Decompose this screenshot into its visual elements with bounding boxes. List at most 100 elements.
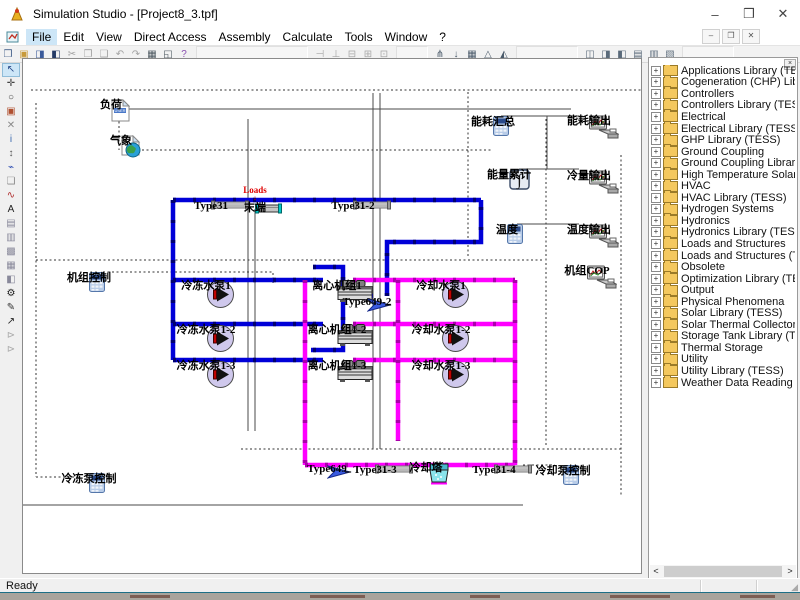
- expand-icon[interactable]: +: [651, 147, 661, 157]
- tree-item-utility[interactable]: +Utility: [651, 354, 795, 366]
- maximize-button[interactable]: ❒: [732, 0, 766, 28]
- tree-item-applications-library-tess[interactable]: +Applications Library (TESS): [651, 65, 795, 77]
- expand-icon[interactable]: +: [651, 343, 661, 353]
- menu-window[interactable]: Window: [379, 29, 434, 45]
- tree-hscrollbar[interactable]: < >: [650, 565, 796, 578]
- expand-icon[interactable]: +: [651, 216, 661, 226]
- tree-item-ground-coupling-library-tess[interactable]: +Ground Coupling Library (TESS): [651, 157, 795, 169]
- expand-icon[interactable]: +: [651, 227, 661, 237]
- close-button[interactable]: ✕: [766, 0, 800, 28]
- tool-palette-icon[interactable]: ▣: [2, 105, 20, 119]
- tree-item-hvac[interactable]: +HVAC: [651, 180, 795, 192]
- tool-reorder-icon[interactable]: ↕: [2, 147, 20, 161]
- expand-icon[interactable]: +: [651, 170, 661, 180]
- minimize-button[interactable]: –: [698, 0, 732, 28]
- tree-item-storage-tank-library-tess[interactable]: +Storage Tank Library (TESS): [651, 331, 795, 343]
- tool-flag-icon[interactable]: ⊳: [2, 329, 20, 343]
- tool-grid-icon[interactable]: ▤: [2, 217, 20, 231]
- expand-icon[interactable]: +: [651, 181, 661, 191]
- scrollbar-thumb[interactable]: [664, 566, 782, 577]
- expand-icon[interactable]: +: [651, 158, 661, 168]
- tree-item-label: Cogeneration (CHP) Library (TESS): [681, 76, 795, 88]
- menu-tools[interactable]: Tools: [339, 29, 379, 45]
- expand-icon[interactable]: +: [651, 285, 661, 295]
- tree-item-cogeneration-chp-library-tess[interactable]: + Cogeneration (CHP) Library (TESS): [651, 77, 795, 89]
- tree-item-hydronics[interactable]: +Hydronics: [651, 215, 795, 227]
- tool-run-icon[interactable]: ↗: [2, 315, 20, 329]
- tree-item-electrical-library-tess[interactable]: + Electrical Library (TESS): [651, 123, 795, 135]
- tree-item-hydrogen-systems[interactable]: +Hydrogen Systems: [651, 204, 795, 216]
- tool-grid-2-icon[interactable]: ▥: [2, 231, 20, 245]
- expand-icon[interactable]: +: [651, 378, 661, 388]
- expand-icon[interactable]: +: [651, 320, 661, 330]
- tree-item-electrical[interactable]: +Electrical: [651, 111, 795, 123]
- menu-?[interactable]: ?: [433, 29, 452, 45]
- tree-item-optimization-library-tess[interactable]: +Optimization Library (TESS): [651, 273, 795, 285]
- tool-pan-icon[interactable]: ✛: [2, 77, 20, 91]
- tree-item-controllers-library-tess[interactable]: +Controllers Library (TESS): [651, 100, 795, 112]
- menu-view[interactable]: View: [90, 29, 128, 45]
- tool-stack-icon[interactable]: ▦: [2, 259, 20, 273]
- tool-select-icon[interactable]: ↖: [2, 63, 20, 77]
- menu-edit[interactable]: Edit: [57, 29, 90, 45]
- expand-icon[interactable]: +: [651, 274, 661, 284]
- tool-settings-icon[interactable]: ⚙: [2, 287, 20, 301]
- tree-item-high-temperature-solar-tess[interactable]: +High Temperature Solar (TESS): [651, 169, 795, 181]
- tool-duplicate-icon[interactable]: ❏: [2, 175, 20, 189]
- expand-icon[interactable]: +: [651, 262, 661, 272]
- tool-panel-icon[interactable]: ◧: [2, 273, 20, 287]
- mdi-close-button[interactable]: ✕: [742, 29, 760, 44]
- tree-item-controllers[interactable]: +Controllers: [651, 88, 795, 100]
- tool-zoom-icon[interactable]: ○: [2, 91, 20, 105]
- tree-item-loads-and-structures-tess[interactable]: +Loads and Structures (TESS): [651, 250, 795, 262]
- scroll-left-icon[interactable]: <: [650, 565, 662, 578]
- tool-flag-2-icon[interactable]: ⊳: [2, 343, 20, 357]
- menu-calculate[interactable]: Calculate: [277, 29, 339, 45]
- mdi-minimize-button[interactable]: –: [702, 29, 720, 44]
- tool-draw-icon[interactable]: ✎: [2, 301, 20, 315]
- mdi-restore-button[interactable]: ❐: [722, 29, 740, 44]
- tree-item-label: Electrical Library (TESS): [681, 123, 795, 135]
- assembly-canvas[interactable]: USER负荷气象Type31Loads↓末端Type31-2机组控制冷冻水泵1冷…: [22, 58, 642, 574]
- tool-plug-icon[interactable]: ⌁: [2, 161, 20, 175]
- tree-item-obsolete[interactable]: +Obsolete: [651, 261, 795, 273]
- expand-icon[interactable]: +: [651, 112, 661, 122]
- menu-direct-access[interactable]: Direct Access: [128, 29, 213, 45]
- tree-item-hvac-library-tess[interactable]: +HVAC Library (TESS): [651, 192, 795, 204]
- expand-icon[interactable]: +: [651, 331, 661, 341]
- expand-icon[interactable]: +: [651, 135, 661, 145]
- tree-item-physical-phenomena[interactable]: +Physical Phenomena: [651, 296, 795, 308]
- expand-icon[interactable]: +: [651, 366, 661, 376]
- tree-item-solar-library-tess[interactable]: +Solar Library (TESS): [651, 307, 795, 319]
- expand-icon[interactable]: +: [651, 251, 661, 261]
- tree-item-solar-thermal-collectors[interactable]: +Solar Thermal Collectors: [651, 319, 795, 331]
- tree-item-ghp-library-tess[interactable]: +GHP Library (TESS): [651, 134, 795, 146]
- tool-layers-icon[interactable]: ▩: [2, 245, 20, 259]
- expand-icon[interactable]: +: [651, 239, 661, 249]
- tool-text-icon[interactable]: A: [2, 203, 20, 217]
- expand-icon[interactable]: +: [651, 297, 661, 307]
- expand-icon[interactable]: +: [651, 124, 661, 134]
- expand-icon[interactable]: +: [651, 77, 661, 87]
- tree-item-utility-library-tess[interactable]: +Utility Library (TESS): [651, 365, 795, 377]
- tree-item-hydronics-library-tess[interactable]: +Hydronics Library (TESS): [651, 227, 795, 239]
- tree-item-weather-data-reading-and-process[interactable]: +Weather Data Reading and Process: [651, 377, 795, 389]
- new-icon[interactable]: ❒: [1, 48, 15, 61]
- tool-delete-icon[interactable]: ✕: [2, 119, 20, 133]
- tool-info-icon[interactable]: i: [2, 133, 20, 147]
- expand-icon[interactable]: +: [651, 204, 661, 214]
- menu-assembly[interactable]: Assembly: [213, 29, 277, 45]
- expand-icon[interactable]: +: [651, 193, 661, 203]
- expand-icon[interactable]: +: [651, 89, 661, 99]
- tool-link-icon[interactable]: ∿: [2, 189, 20, 203]
- tree-item-loads-and-structures[interactable]: +Loads and Structures: [651, 238, 795, 250]
- tree-item-thermal-storage[interactable]: +Thermal Storage: [651, 342, 795, 354]
- expand-icon[interactable]: +: [651, 308, 661, 318]
- tree-item-output[interactable]: +Output: [651, 284, 795, 296]
- tree-item-ground-coupling[interactable]: +Ground Coupling: [651, 146, 795, 158]
- menu-file[interactable]: File: [26, 29, 57, 45]
- expand-icon[interactable]: +: [651, 66, 661, 76]
- scroll-right-icon[interactable]: >: [784, 565, 796, 578]
- expand-icon[interactable]: +: [651, 100, 661, 110]
- expand-icon[interactable]: +: [651, 354, 661, 364]
